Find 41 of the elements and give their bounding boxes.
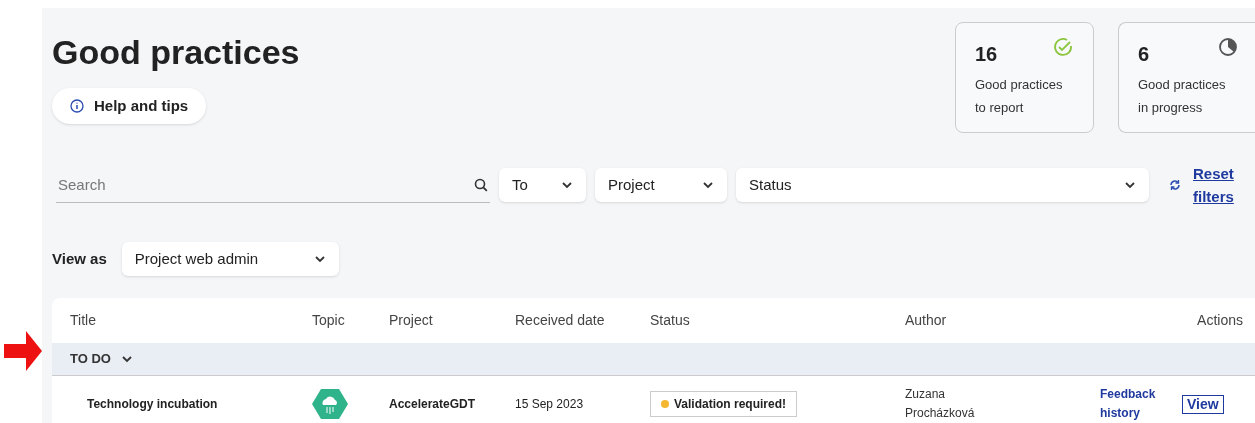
cloud-hexagon-icon — [312, 388, 348, 420]
search-icon — [474, 178, 488, 192]
stat-value: 16 — [975, 42, 998, 67]
reset-filters-link[interactable]: Reset filters — [1193, 162, 1243, 208]
view-button[interactable]: View — [1182, 394, 1224, 414]
chevron-down-icon — [561, 179, 573, 191]
filter-dropdown[interactable]: Project — [595, 168, 727, 202]
author-cell-text: Zuzana Procházková — [905, 386, 976, 422]
pie-chart-icon — [1218, 37, 1238, 57]
stat-label: Good practices in progress — [1138, 76, 1227, 117]
stat-value: 6 — [1138, 42, 1150, 67]
chevron-down-icon — [120, 353, 133, 365]
status-badge: Validation required! — [650, 391, 798, 417]
chevron-down-icon — [1124, 179, 1136, 191]
date-cell-text: 15 Sep 2023 — [515, 396, 585, 413]
filter-dropdown[interactable]: Status — [736, 168, 1149, 202]
column-header: Title — [70, 311, 97, 330]
column-header: Project — [389, 311, 434, 330]
group-label: TO DO — [70, 350, 111, 369]
column-header: Actions — [1197, 311, 1243, 330]
page-title: Good practices — [52, 32, 300, 72]
column-header: Received date — [515, 311, 606, 330]
column-header: Topic — [312, 311, 346, 330]
filter-dropdown[interactable]: To — [499, 168, 586, 202]
feedback-history-link[interactable]: Feedback history — [1100, 385, 1172, 423]
refresh-icon — [1169, 179, 1181, 191]
view-as-label: View as — [52, 248, 107, 269]
info-icon — [70, 99, 84, 113]
stat-label: Good practices to report — [975, 76, 1064, 117]
search-field[interactable]: Search — [56, 167, 490, 203]
arrow-icon — [4, 331, 42, 371]
view-as-dropdown[interactable]: Project web admin — [121, 242, 339, 276]
group-header[interactable]: TO DO — [52, 343, 1255, 376]
help-button[interactable]: Help and tips — [52, 88, 207, 124]
chevron-down-icon — [313, 253, 326, 265]
column-header: Author — [905, 311, 948, 330]
check-circle-icon — [1052, 37, 1074, 59]
column-header: Status — [650, 311, 691, 330]
project-cell-text: AccelerateGDT — [389, 396, 477, 413]
title-cell-text: Technology incubation — [86, 396, 219, 413]
chevron-down-icon — [702, 179, 714, 191]
